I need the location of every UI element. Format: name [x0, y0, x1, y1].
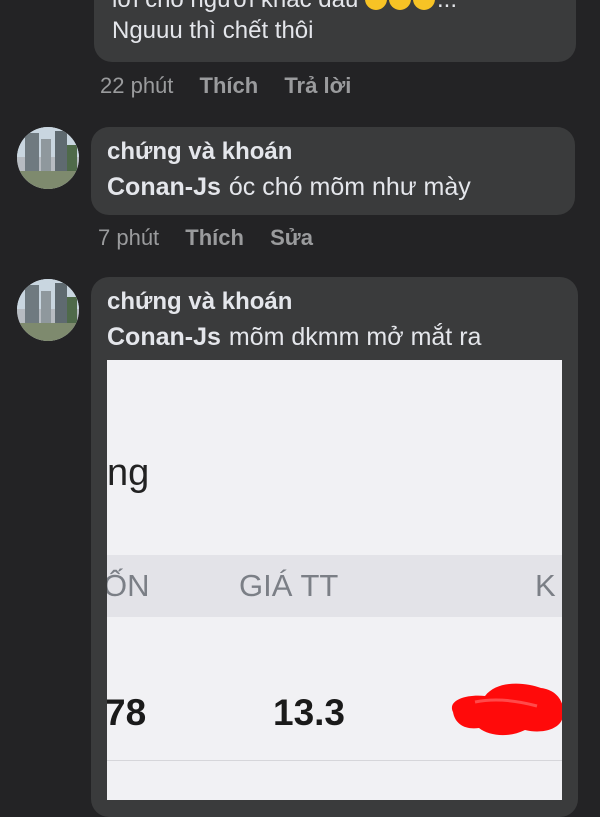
laughing-emoji-icon [389, 0, 412, 10]
comment-meta-top: 22 phút Thích Trả lời [100, 73, 371, 99]
comment-body: Conan-Js óc chó mõm như mày [107, 169, 559, 205]
attachment-header: GIÁ TT [239, 568, 339, 603]
mention-tag[interactable]: Conan-Js [107, 173, 221, 201]
attachment-value: 13.3 [273, 692, 346, 733]
comment-text: lời cho người khác đâu [112, 0, 358, 13]
red-scribble [451, 683, 562, 735]
laughing-emoji-icon [365, 0, 388, 10]
comment-text: óc chó mõm như mày [228, 173, 471, 201]
like-button[interactable]: Thích [200, 73, 259, 99]
avatar[interactable] [17, 279, 79, 341]
divider [107, 760, 562, 761]
laughing-emoji-icon [413, 0, 436, 10]
avatar[interactable] [17, 127, 79, 189]
attachment-value: 78 [107, 692, 147, 733]
attachment-partial-title: ng [107, 452, 150, 494]
comment-body: Conan-Js mõm dkmm mở mắt ra [107, 319, 562, 355]
comment-author[interactable]: chứng và khoán [107, 287, 562, 317]
avatar-photo [17, 279, 79, 341]
comment-text-line: lời cho người khác đâu ... [112, 0, 558, 15]
mention-tag[interactable]: Conan-Js [107, 323, 221, 351]
comment-author[interactable]: chứng và khoán [107, 137, 559, 167]
reply-button[interactable]: Trả lời [284, 73, 351, 99]
comment-text-line2: Nguuu thì chết thôi [112, 17, 314, 44]
comment-text: mõm dkmm mở mắt ra [228, 323, 482, 351]
ellipsis: ... [437, 0, 457, 13]
comment-bubble: chứng và khoán Conan-Js óc chó mõm như mà… [91, 127, 575, 215]
edit-button[interactable]: Sửa [270, 225, 313, 251]
attached-image[interactable]: ng ỐN GIÁ TT K 78 13.3 [107, 360, 562, 800]
comment-time: 7 phút [98, 225, 160, 250]
avatar-photo [17, 127, 79, 189]
comment-bubble-top: lời cho người khác đâu ... Nguuu thì chế… [94, 0, 576, 62]
like-button[interactable]: Thích [185, 225, 244, 251]
comment-meta: 7 phút Thích Sửa [98, 225, 333, 251]
comment-time: 22 phút [100, 73, 174, 98]
attachment-header: ỐN [107, 568, 150, 603]
attachment-header: K [535, 568, 556, 603]
